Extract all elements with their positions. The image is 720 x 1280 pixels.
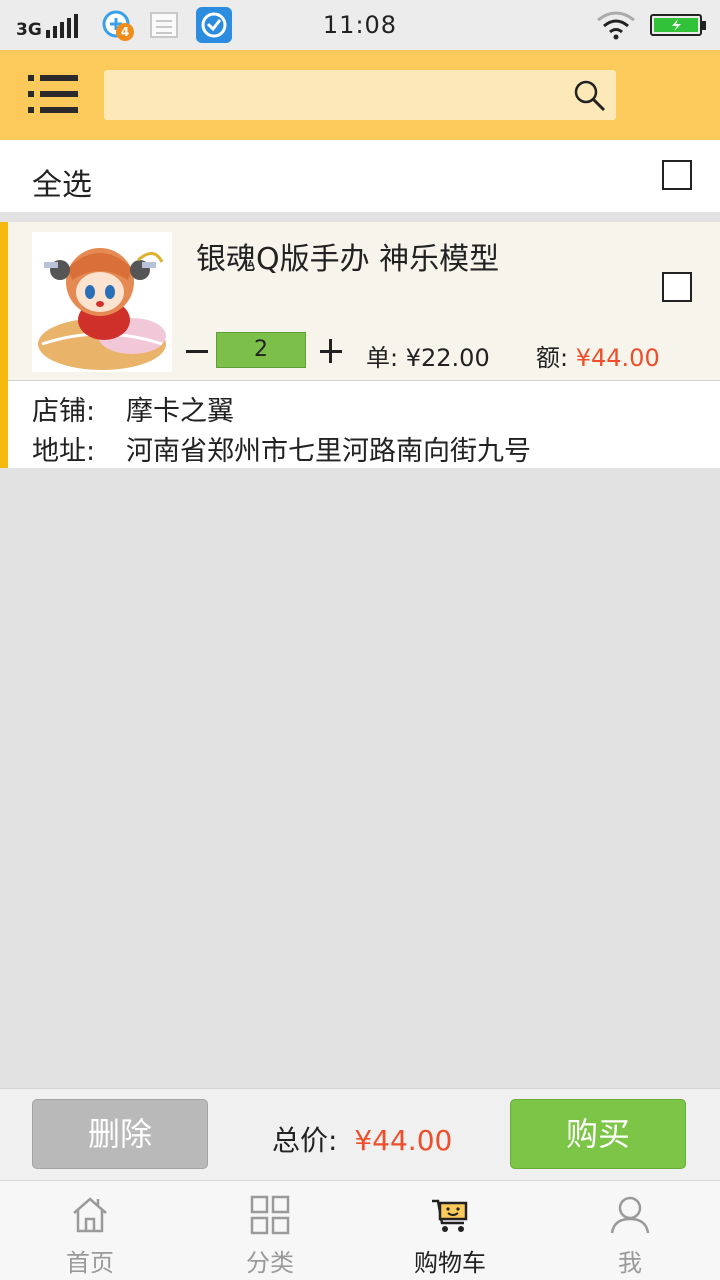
nav-item-home[interactable]: 首页	[0, 1181, 180, 1280]
nav-item-category[interactable]: 分类	[180, 1181, 360, 1280]
quantity-decrease-button[interactable]	[184, 336, 210, 366]
total-value: ¥44.00	[354, 1124, 453, 1157]
product-image[interactable]	[32, 232, 172, 372]
select-all-checkbox[interactable]	[662, 160, 692, 190]
item-details: 店铺: 摩卡之翼 地址: 河南省郑州市七里河路南向街九号	[8, 380, 720, 468]
shop-name[interactable]: 摩卡之翼	[126, 389, 234, 428]
total-price: 总价: ¥44.00	[272, 1119, 452, 1159]
cart-action-bar: 删除 总价: ¥44.00 购买	[0, 1088, 720, 1180]
quantity-increase-button[interactable]	[318, 336, 344, 366]
unit-price-value: ¥22.00	[405, 344, 490, 372]
select-all-row[interactable]: 全选	[0, 140, 720, 212]
unit-price: 单: ¥22.00	[366, 338, 490, 373]
app-header	[0, 50, 720, 140]
search-icon[interactable]	[572, 78, 608, 114]
nav-label-category: 分类	[246, 1249, 294, 1277]
nav-item-profile[interactable]: 我	[540, 1181, 720, 1280]
amount-label: 额:	[536, 344, 569, 372]
profile-icon	[610, 1196, 650, 1234]
nav-label-profile: 我	[618, 1249, 642, 1277]
item-checkbox[interactable]	[662, 272, 692, 302]
delete-button[interactable]: 删除	[32, 1099, 208, 1169]
shop-label: 店铺:	[32, 396, 96, 427]
buy-button[interactable]: 购买	[510, 1099, 686, 1169]
select-all-label: 全选	[32, 168, 92, 203]
cart-icon	[432, 1199, 468, 1232]
amount-value: ¥44.00	[575, 344, 660, 372]
address-label: 地址:	[32, 436, 96, 467]
home-icon	[73, 1197, 107, 1233]
item-accent-bar	[0, 222, 8, 468]
total-label: 总价:	[272, 1124, 338, 1157]
battery-icon	[650, 14, 706, 36]
item-amount: 额: ¥44.00	[536, 338, 660, 373]
shop-row: 店铺: 摩卡之翼	[32, 389, 234, 428]
nav-item-cart[interactable]: 购物车	[360, 1181, 540, 1280]
address-row: 地址: 河南省郑州市七里河路南向街九号	[32, 429, 531, 468]
wifi-icon	[597, 11, 635, 40]
search-input[interactable]	[114, 70, 554, 120]
nav-label-home: 首页	[66, 1249, 114, 1277]
search-bar	[104, 70, 616, 120]
address-value: 河南省郑州市七里河路南向街九号	[126, 436, 531, 467]
status-bar: 3G 4 11:08	[0, 0, 720, 50]
product-title[interactable]: 银魂Q版手办 神乐模型	[196, 234, 499, 278]
quantity-input[interactable]: 2	[216, 332, 306, 368]
item-summary: 银魂Q版手办 神乐模型 2 单: ¥22.00 额: ¥44.00	[8, 222, 720, 380]
unit-price-label: 单:	[366, 344, 399, 372]
menu-list-icon[interactable]	[28, 75, 78, 115]
nav-label-cart: 购物车	[414, 1249, 486, 1277]
bottom-nav: 首页 分类 购物车 我	[0, 1180, 720, 1280]
cart-item: 银魂Q版手办 神乐模型 2 单: ¥22.00 额: ¥44.00 店铺: 摩卡…	[0, 222, 720, 468]
category-grid-icon	[250, 1195, 290, 1235]
